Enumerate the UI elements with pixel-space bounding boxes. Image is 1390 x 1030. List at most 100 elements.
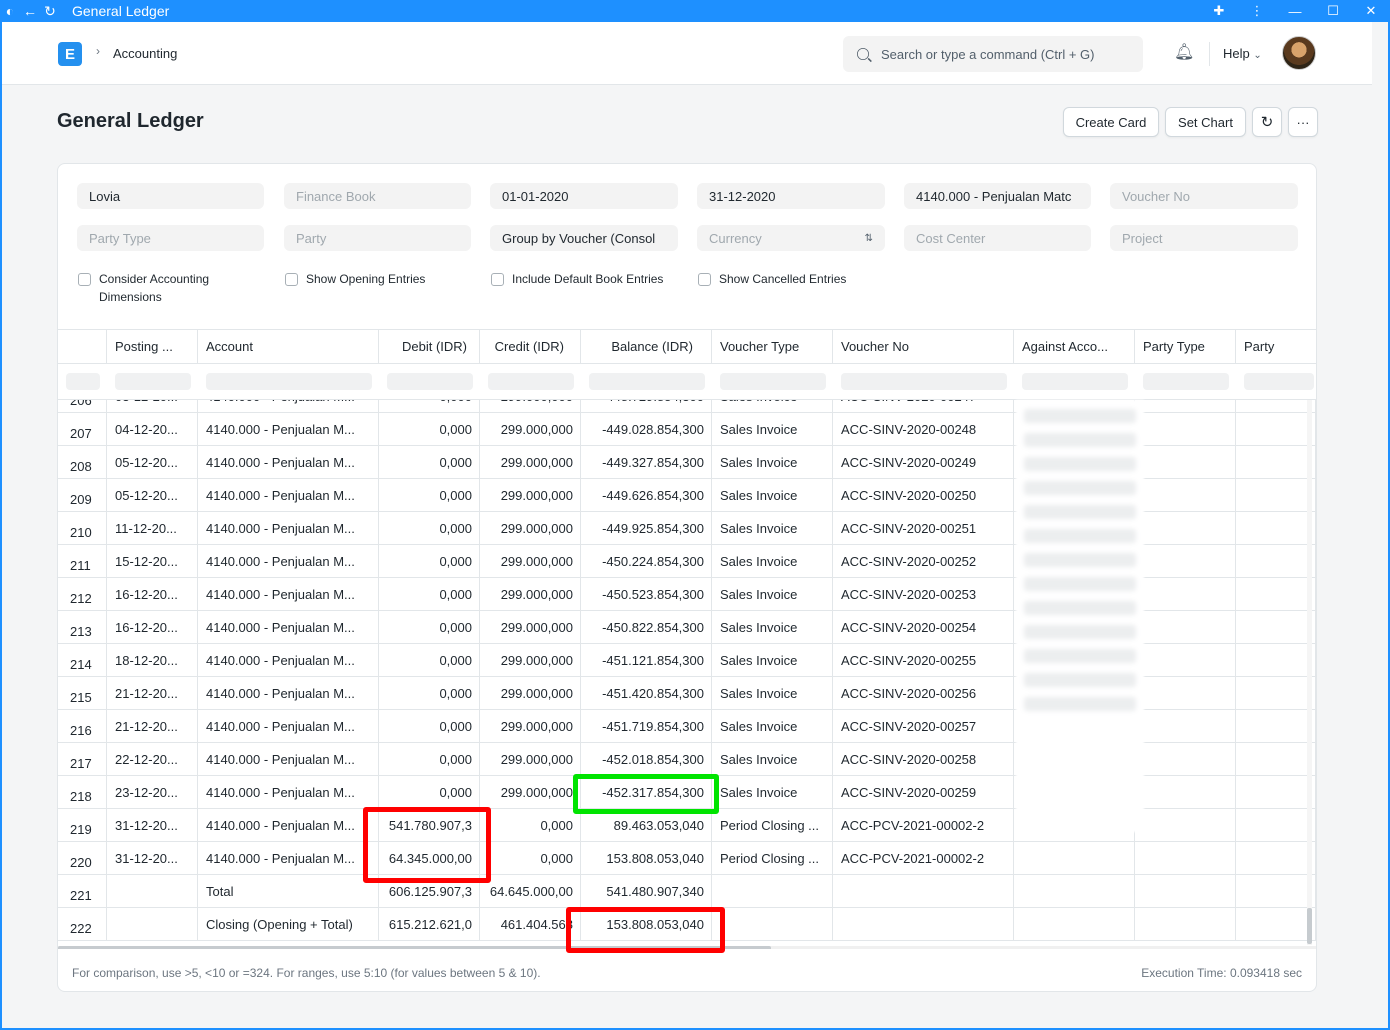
cell-voucher-no[interactable]: ACC-SINV-2020-00257 — [833, 710, 1014, 743]
project-field[interactable]: Project — [1110, 225, 1298, 251]
cell-debit[interactable]: 0,000 — [379, 776, 480, 809]
cell-party[interactable] — [1236, 479, 1316, 512]
cell-credit[interactable]: 0,000 — [480, 809, 581, 842]
table-row[interactable]: 221 Total 606.125.907,3 64.645.000,00 541.48… — [58, 875, 1316, 908]
cell-posting-date[interactable]: 18-12-20... — [107, 644, 198, 677]
include-default-book-checkbox[interactable]: Include Default Book Entries — [491, 270, 663, 288]
cell-credit[interactable]: 299.000,000 — [480, 644, 581, 677]
cell-account[interactable]: 4140.000 - Penjualan M... — [198, 677, 379, 710]
cell-account[interactable]: 4140.000 - Penjualan M... — [198, 413, 379, 446]
cell-party-type[interactable] — [1135, 413, 1236, 446]
cell-voucher-type[interactable]: Sales Invoice — [712, 545, 833, 578]
table-row[interactable]: 220 31-12-20... 4140.000 - Penjualan M... 6… — [58, 842, 1316, 875]
cell-credit[interactable]: 299.000,000 — [480, 677, 581, 710]
cell-voucher-no[interactable]: ACC-SINV-2020-00247 — [833, 400, 1014, 413]
cell-posting-date[interactable]: 16-12-20... — [107, 611, 198, 644]
breadcrumb-accounting[interactable]: Accounting — [113, 46, 177, 61]
cell-posting-date[interactable] — [107, 875, 198, 908]
cost-center-field[interactable]: Cost Center — [904, 225, 1091, 251]
cell-voucher-no[interactable]: ACC-SINV-2020-00248 — [833, 413, 1014, 446]
reload-icon[interactable]: ↻ — [40, 1, 60, 21]
cell-credit[interactable]: 299.000,000 — [480, 413, 581, 446]
cell-party[interactable] — [1236, 446, 1316, 479]
cell-party-type[interactable] — [1135, 743, 1236, 776]
cell-account[interactable]: 4140.000 - Penjualan M... — [198, 644, 379, 677]
cell-credit[interactable]: 299.000,000 — [480, 545, 581, 578]
table-row[interactable]: 222 Closing (Opening + Total) 615.212.621,… — [58, 908, 1316, 941]
cell-voucher-type[interactable] — [712, 908, 833, 941]
cell-account[interactable]: 4140.000 - Penjualan M... — [198, 809, 379, 842]
cell-credit[interactable]: 299.000,000 — [480, 446, 581, 479]
header-voucher-type[interactable]: Voucher Type — [712, 330, 833, 364]
cell-voucher-type[interactable]: Sales Invoice — [712, 743, 833, 776]
cell-posting-date[interactable]: 16-12-20... — [107, 578, 198, 611]
cell-account[interactable]: 4140.000 - Penjualan M... — [198, 776, 379, 809]
filter-balance[interactable] — [589, 373, 705, 390]
cell-debit[interactable]: 0,000 — [379, 743, 480, 776]
cell-posting-date[interactable]: 05-12-20... — [107, 479, 198, 512]
header-voucher-no[interactable]: Voucher No — [833, 330, 1014, 364]
cell-party-type[interactable] — [1135, 545, 1236, 578]
cell-balance[interactable]: -449.626.854,300 — [581, 479, 712, 512]
search-input[interactable]: Search or type a command (Ctrl + G) — [843, 36, 1143, 72]
cell-account[interactable]: 4140.000 - Penjualan M... — [198, 446, 379, 479]
party-field[interactable]: Party — [284, 225, 471, 251]
cell-credit[interactable]: 299.000,000 — [480, 611, 581, 644]
cell-party[interactable] — [1236, 578, 1316, 611]
cell-account[interactable]: 4140.000 - Penjualan M... — [198, 710, 379, 743]
create-card-button[interactable]: Create Card — [1063, 107, 1159, 137]
header-debit[interactable]: Debit (IDR) — [379, 330, 480, 364]
cell-credit[interactable]: 461.404.568 — [480, 908, 581, 941]
cell-voucher-type[interactable]: Sales Invoice — [712, 677, 833, 710]
cell-credit[interactable]: 299.000,000 — [480, 776, 581, 809]
cell-voucher-type[interactable]: Sales Invoice — [712, 776, 833, 809]
cell-balance[interactable]: 153.808.053,040 — [581, 842, 712, 875]
cell-posting-date[interactable]: 04-12-20... — [107, 413, 198, 446]
cell-voucher-type[interactable]: Sales Invoice — [712, 512, 833, 545]
filter-posting-date[interactable] — [115, 373, 191, 390]
notification-bell-icon[interactable]: 🔔︎ — [1174, 42, 1194, 62]
cell-party-type[interactable] — [1135, 578, 1236, 611]
user-avatar[interactable] — [1282, 36, 1316, 70]
consider-dimensions-checkbox[interactable]: Consider Accounting Dimensions — [78, 270, 209, 306]
cell-debit[interactable]: 0,000 — [379, 644, 480, 677]
cell-balance[interactable]: -452.317.854,300 — [581, 776, 712, 809]
cell-debit[interactable]: 0,000 — [379, 512, 480, 545]
cell-balance[interactable]: -449.327.854,300 — [581, 446, 712, 479]
cell-credit[interactable]: 299.000,000 — [480, 512, 581, 545]
cell-voucher-type[interactable]: Sales Invoice — [712, 710, 833, 743]
cell-account[interactable]: 4140.000 - Penjualan M... — [198, 578, 379, 611]
cell-balance[interactable]: -450.523.854,300 — [581, 578, 712, 611]
app-logo[interactable]: E — [58, 42, 82, 66]
cell-debit[interactable]: 0,000 — [379, 677, 480, 710]
voucher-no-field[interactable]: Voucher No — [1110, 183, 1298, 209]
checkbox-box[interactable] — [491, 273, 504, 286]
filter-voucher-no[interactable] — [841, 373, 1007, 390]
cell-balance[interactable]: -448.729.854,300 — [581, 400, 712, 413]
cell-voucher-type[interactable]: Sales Invoice — [712, 400, 833, 413]
filter-party-type[interactable] — [1143, 373, 1229, 390]
cell-party-type[interactable] — [1135, 611, 1236, 644]
cell-party[interactable] — [1236, 611, 1316, 644]
cell-voucher-type[interactable] — [712, 875, 833, 908]
table-vertical-scrollbar[interactable] — [1307, 400, 1312, 945]
cell-voucher-type[interactable]: Period Closing ... — [712, 842, 833, 875]
cell-debit[interactable]: 0,000 — [379, 413, 480, 446]
cell-posting-date[interactable]: 31-12-20... — [107, 809, 198, 842]
cell-balance[interactable]: -450.822.854,300 — [581, 611, 712, 644]
cell-party-type[interactable] — [1135, 908, 1236, 941]
cell-debit[interactable]: 541.780.907,3 — [379, 809, 480, 842]
cell-credit[interactable]: 299.000,000 — [480, 743, 581, 776]
cell-voucher-no[interactable]: ACC-PCV-2021-00002-2 — [833, 842, 1014, 875]
cell-party[interactable] — [1236, 743, 1316, 776]
account-field[interactable]: 4140.000 - Penjualan Matc — [904, 183, 1091, 209]
table-horizontal-scroll-thumb[interactable] — [58, 946, 771, 949]
cell-voucher-no[interactable]: ACC-SINV-2020-00255 — [833, 644, 1014, 677]
more-options-button[interactable]: ··· — [1288, 107, 1318, 137]
cell-voucher-type[interactable]: Sales Invoice — [712, 446, 833, 479]
cell-voucher-type[interactable]: Sales Invoice — [712, 578, 833, 611]
minimize-icon[interactable]: — — [1276, 4, 1314, 19]
cell-posting-date[interactable]: 21-12-20... — [107, 677, 198, 710]
cell-voucher-no[interactable]: ACC-SINV-2020-00256 — [833, 677, 1014, 710]
refresh-button[interactable]: ↻ — [1252, 107, 1282, 137]
